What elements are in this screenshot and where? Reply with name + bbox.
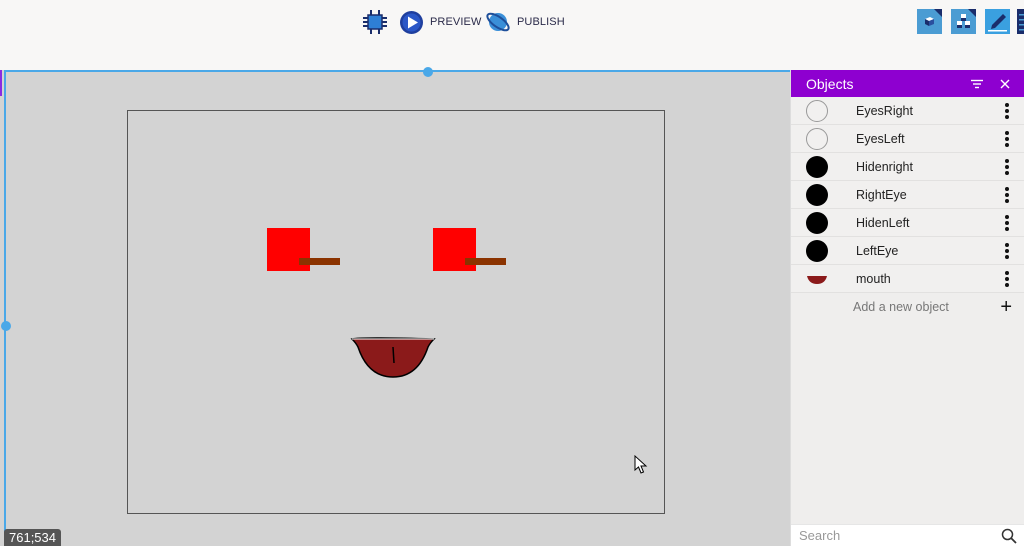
left-brow-object[interactable] xyxy=(299,258,340,265)
game-window-bounds[interactable] xyxy=(127,110,665,514)
more-options-icon[interactable] xyxy=(1004,103,1010,119)
empty-circle-thumbnail xyxy=(806,128,828,150)
more-options-icon[interactable] xyxy=(1004,187,1010,203)
object-name: Hidenright xyxy=(856,159,913,174)
edit-icon[interactable] xyxy=(985,9,1010,34)
object-name: LeftEye xyxy=(856,243,899,258)
object-item-eyesright[interactable]: EyesRight xyxy=(791,97,1024,125)
more-options-icon[interactable] xyxy=(1004,159,1010,175)
black-circle-thumbnail xyxy=(806,212,828,234)
list-icon[interactable] xyxy=(1017,9,1024,34)
close-icon[interactable] xyxy=(994,73,1016,95)
objects-panel: Objects EyesRight EyesLeft Hidenright Ri… xyxy=(790,70,1024,546)
plus-icon: + xyxy=(1000,296,1012,318)
black-circle-thumbnail xyxy=(806,156,828,178)
objects-panel-title: Objects xyxy=(806,75,854,92)
filter-icon[interactable] xyxy=(966,73,988,95)
left-edge-accent xyxy=(0,70,2,96)
object-name: mouth xyxy=(856,271,891,286)
objects-search xyxy=(791,524,1024,546)
more-options-icon[interactable] xyxy=(1004,131,1010,147)
selection-border-left xyxy=(4,70,6,546)
add-new-object-label: Add a new object xyxy=(853,300,949,314)
object-item-mouth[interactable]: mouth xyxy=(791,265,1024,293)
black-circle-thumbnail xyxy=(806,240,828,262)
object-item-eyesleft[interactable]: EyesLeft xyxy=(791,125,1024,153)
object-name: EyesLeft xyxy=(856,131,905,146)
objects-panel-header: Objects xyxy=(791,70,1024,97)
object-name: HidenLeft xyxy=(856,215,910,230)
objects-list: EyesRight EyesLeft Hidenright RightEye H xyxy=(791,97,1024,293)
selection-border-top xyxy=(4,70,790,72)
publish-button[interactable]: PUBLISH xyxy=(485,9,565,35)
object-editor-icon[interactable] xyxy=(917,9,942,34)
object-item-hidenleft[interactable]: HidenLeft xyxy=(791,209,1024,237)
add-new-object-button[interactable]: Add a new object + xyxy=(791,293,1024,321)
preview-button[interactable]: PREVIEW xyxy=(399,9,481,35)
more-options-icon[interactable] xyxy=(1004,243,1010,259)
resize-handle-left[interactable] xyxy=(1,321,11,331)
object-item-lefteye[interactable]: LeftEye xyxy=(791,237,1024,265)
cursor-coordinates: 761;534 xyxy=(4,529,61,546)
game-editor: PREVIEW PUBLISH 761;534 Objects EyesRigh… xyxy=(0,0,1024,546)
preview-label: PREVIEW xyxy=(430,16,482,28)
planet-icon xyxy=(486,12,510,32)
resize-handle-top[interactable] xyxy=(423,67,433,77)
more-options-icon[interactable] xyxy=(1004,215,1010,231)
objects-group-icon[interactable] xyxy=(951,9,976,34)
play-icon xyxy=(400,10,423,34)
debugger-chip-icon xyxy=(363,10,387,34)
search-icon[interactable] xyxy=(1001,528,1017,544)
publish-label: PUBLISH xyxy=(517,16,565,28)
mouth-object[interactable] xyxy=(350,337,436,379)
black-circle-thumbnail xyxy=(806,184,828,206)
right-brow-object[interactable] xyxy=(465,258,506,265)
debug-button[interactable] xyxy=(362,9,388,35)
object-name: RightEye xyxy=(856,187,907,202)
top-toolbar: PREVIEW PUBLISH xyxy=(0,0,1024,70)
mouse-cursor-icon xyxy=(634,455,648,474)
object-name: EyesRight xyxy=(856,103,913,118)
mouth-thumbnail xyxy=(807,276,827,284)
empty-circle-thumbnail xyxy=(806,100,828,122)
object-item-righteye[interactable]: RightEye xyxy=(791,181,1024,209)
search-input[interactable] xyxy=(791,528,991,543)
more-options-icon[interactable] xyxy=(1004,271,1010,287)
object-item-hidenright[interactable]: Hidenright xyxy=(791,153,1024,181)
